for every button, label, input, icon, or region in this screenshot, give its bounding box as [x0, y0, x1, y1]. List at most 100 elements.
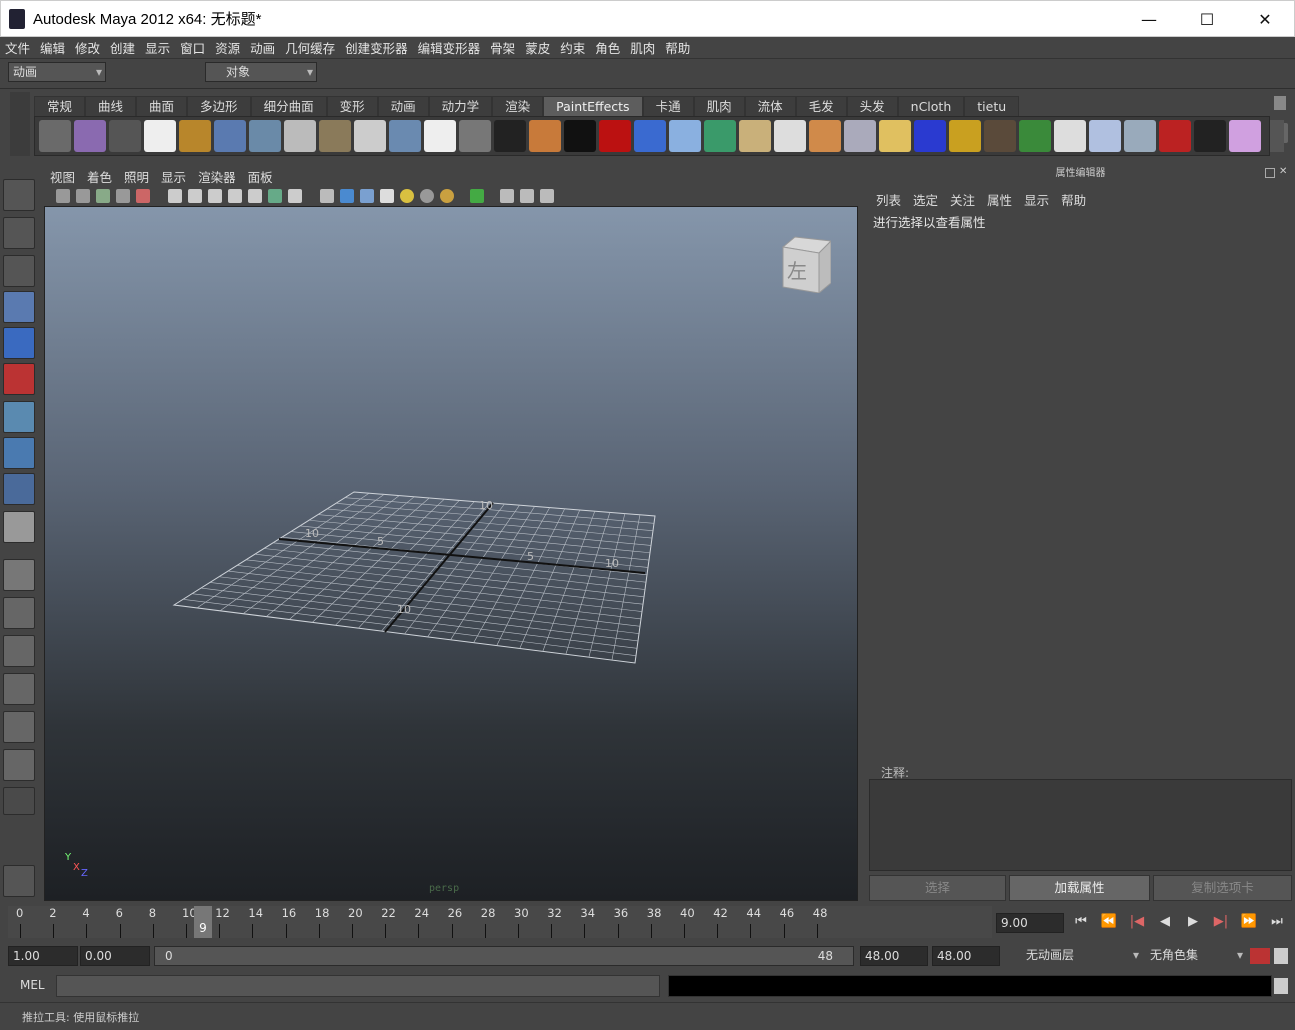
ae-menu-list[interactable]: 列表 [870, 190, 907, 209]
shelf-tab-subdivs[interactable]: 细分曲面 [250, 96, 327, 116]
menu-file[interactable]: 文件 [0, 38, 35, 57]
animation-prefs-icon[interactable] [1274, 948, 1288, 964]
red-feather-brush-icon[interactable] [1159, 120, 1191, 152]
rotate-tool-icon[interactable] [3, 327, 35, 359]
step-back-frame-icon[interactable]: ⏪ [1098, 914, 1120, 934]
dolly-tool-icon[interactable] [3, 511, 35, 543]
image-plane-icon[interactable] [116, 189, 130, 203]
lasso-tool-icon[interactable] [3, 217, 35, 249]
notes-textarea[interactable] [869, 779, 1292, 871]
command-input[interactable] [56, 975, 660, 997]
menu-edit[interactable]: 编辑 [35, 38, 70, 57]
brush-settings-icon[interactable] [144, 120, 176, 152]
play-backwards-icon[interactable]: ◀ [1154, 914, 1176, 934]
scale-tool-icon[interactable] [3, 363, 35, 395]
panel-menu-lighting[interactable]: 照明 [118, 167, 155, 186]
menu-skin[interactable]: 蒙皮 [520, 38, 555, 57]
shelf-tab-deformation[interactable]: 变形 [326, 96, 378, 116]
wireframe-on-shaded-icon[interactable] [360, 189, 374, 203]
ae-menu-selected[interactable]: 选定 [907, 190, 944, 209]
ae-menu-attributes[interactable]: 属性 [981, 190, 1018, 209]
shelf-tab-curves[interactable]: 曲线 [85, 96, 137, 116]
menu-display[interactable]: 显示 [140, 38, 175, 57]
menu-assets[interactable]: 资源 [210, 38, 245, 57]
wood-brush-icon[interactable] [529, 120, 561, 152]
xray-icon[interactable] [470, 189, 484, 203]
character-set-dropdown[interactable]: 无角色集 [1146, 946, 1246, 966]
step-back-key-icon[interactable]: |◀ [1126, 914, 1148, 934]
safe-action-icon[interactable] [268, 189, 282, 203]
persp-graph-layout-icon[interactable] [3, 673, 35, 705]
all-lights-icon[interactable] [420, 189, 434, 203]
ae-menu-show[interactable]: 显示 [1018, 190, 1055, 209]
panel-menu-shading[interactable]: 着色 [81, 167, 118, 186]
manipulator-tool-icon[interactable] [3, 401, 35, 433]
menu-create[interactable]: 创建 [105, 38, 140, 57]
ae-copy-tab-button[interactable]: 复制选项卡 [1153, 875, 1292, 901]
safe-title-icon[interactable] [288, 189, 302, 203]
splatter-brush-icon[interactable] [564, 120, 596, 152]
ae-load-attributes-button[interactable]: 加载属性 [1009, 875, 1150, 901]
hair-brush-icon[interactable] [984, 120, 1016, 152]
close-button[interactable]: ✕ [1236, 1, 1294, 38]
select-camera-icon[interactable] [56, 189, 70, 203]
share-brush-icon[interactable] [319, 120, 351, 152]
lightbulb-brush-icon[interactable] [424, 120, 456, 152]
shelf-tab-ncloth[interactable]: nCloth [897, 96, 965, 116]
ae-menu-help[interactable]: 帮助 [1055, 190, 1092, 209]
textured-icon[interactable] [380, 189, 394, 203]
layout-more-icon[interactable] [3, 787, 35, 815]
step-forward-key-icon[interactable]: ▶| [1210, 914, 1232, 934]
shelf-tab-muscle[interactable]: 肌肉 [693, 96, 745, 116]
panel-menu-view[interactable]: 视图 [44, 167, 81, 186]
ink-brush-icon[interactable] [494, 120, 526, 152]
bean-brush-icon[interactable] [879, 120, 911, 152]
shelf-tab-toon[interactable]: 卡通 [642, 96, 694, 116]
command-language-label[interactable]: MEL [20, 978, 45, 992]
visor-icon[interactable] [109, 120, 141, 152]
swirl-brush-icon[interactable] [704, 120, 736, 152]
film-gate-icon[interactable] [188, 189, 202, 203]
resolution-gate-icon[interactable] [208, 189, 222, 203]
shelf-trash-icon[interactable] [1274, 96, 1286, 110]
grass-brush-icon[interactable] [1019, 120, 1051, 152]
start-time-field[interactable]: 1.00 [8, 946, 78, 966]
playback-end-field[interactable]: 48.00 [860, 946, 928, 966]
dots-brush-icon[interactable] [669, 120, 701, 152]
paint-effects-tool-icon[interactable] [39, 120, 71, 152]
current-time-field[interactable]: 9.00 [996, 913, 1064, 933]
paint-select-tool-icon[interactable] [3, 255, 35, 287]
menu-help[interactable]: 帮助 [660, 38, 695, 57]
end-time-field[interactable]: 48.00 [932, 946, 1000, 966]
playback-start-field[interactable]: 0.00 [80, 946, 150, 966]
shelf-tab-dynamics[interactable]: 动力学 [428, 96, 493, 116]
bookmarks-icon[interactable] [96, 189, 110, 203]
move-tool-icon[interactable] [3, 291, 35, 323]
paint-on-curve-icon[interactable] [214, 120, 246, 152]
selection-mode-dropdown[interactable]: 对象 [205, 62, 317, 82]
brush-preset-icon[interactable] [74, 120, 106, 152]
menu-animate[interactable]: 动画 [245, 38, 280, 57]
make-paintable-icon[interactable] [249, 120, 281, 152]
script-editor-icon[interactable] [1274, 978, 1288, 994]
select-tool-icon[interactable] [3, 179, 35, 211]
menu-window[interactable]: 窗口 [175, 38, 210, 57]
mesh-brush-icon[interactable] [774, 120, 806, 152]
persp-outliner-layout-icon[interactable] [3, 635, 35, 667]
single-perspective-layout-icon[interactable] [3, 559, 35, 591]
default-lighting-icon[interactable] [400, 189, 414, 203]
curve-brush-icon[interactable] [179, 120, 211, 152]
smooth-shading-icon[interactable] [340, 189, 354, 203]
camera-attributes-icon[interactable] [76, 189, 90, 203]
panel-menu-show[interactable]: 显示 [155, 167, 192, 186]
shelf-tab-painteffects[interactable]: PaintEffects [543, 96, 643, 116]
bubbles-brush-icon[interactable] [354, 120, 386, 152]
auto-key-icon[interactable] [1250, 948, 1270, 964]
tree-brush-icon[interactable] [1124, 120, 1156, 152]
four-view-layout-icon[interactable] [3, 597, 35, 629]
ae-menu-focus[interactable]: 关注 [944, 190, 981, 209]
branch-brush-icon[interactable] [1054, 120, 1086, 152]
panel-menu-panels[interactable]: 面板 [242, 167, 279, 186]
crystal-brush-icon[interactable] [389, 120, 421, 152]
shelf-menu-handle[interactable] [10, 92, 30, 156]
